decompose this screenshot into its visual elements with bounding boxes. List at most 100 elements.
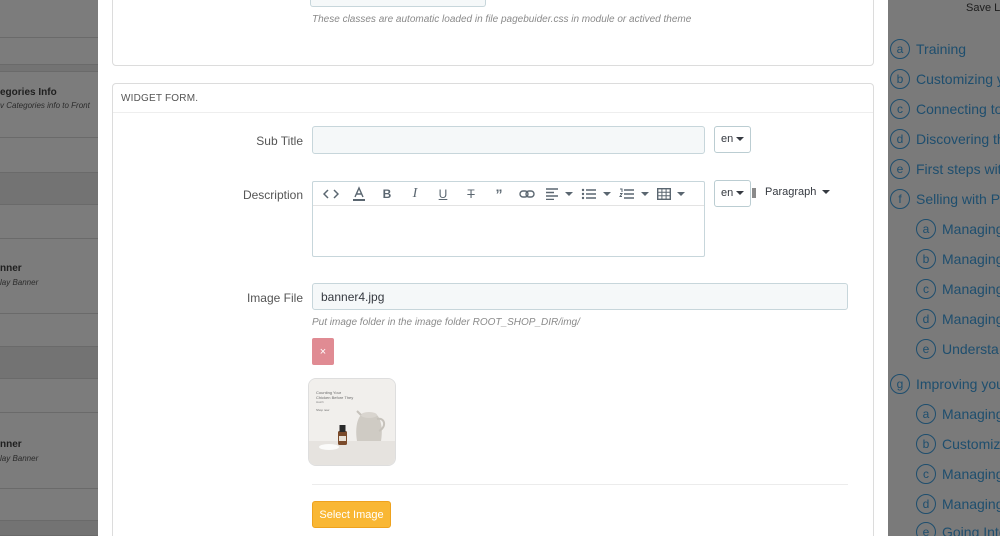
- help-nav-item[interactable]: f Selling with Pr: [890, 189, 1000, 209]
- nav-label: Customizing y: [916, 71, 1000, 87]
- chevron-down-icon: [677, 191, 685, 196]
- widget-modal: These classes are automatic loaded in fi…: [98, 0, 888, 536]
- nav-label: First steps wit: [916, 161, 1000, 177]
- text-color-button[interactable]: [345, 182, 373, 206]
- bullet-list-icon: [581, 188, 596, 199]
- image-thumbnail: Counting Your Chicken Before They Hatch …: [308, 378, 396, 466]
- list-item-title: nner: [0, 439, 22, 450]
- help-nav-item[interactable]: d Discovering th: [890, 129, 1000, 149]
- chevron-down-icon: [603, 191, 611, 196]
- description-language-dropdown[interactable]: en: [714, 180, 752, 207]
- align-left-icon: [546, 187, 558, 200]
- remove-image-button[interactable]: ×: [312, 338, 334, 365]
- numbered-list-icon: [619, 188, 634, 199]
- nav-badge: f: [890, 189, 910, 209]
- list-divider: [0, 64, 98, 72]
- link-icon[interactable]: [513, 182, 541, 206]
- nav-label: Improving you: [916, 376, 1000, 392]
- thumbnail-line: Hatch: [316, 400, 324, 404]
- help-nav-subitem[interactable]: b Customiz: [916, 434, 1000, 454]
- help-nav-subitem[interactable]: d Managing: [916, 309, 1000, 329]
- paragraph-marker: [752, 188, 756, 198]
- image-file-label: Image File: [246, 291, 303, 305]
- nav-badge: d: [916, 494, 936, 514]
- strikethrough-icon[interactable]: T: [457, 182, 485, 206]
- chevron-down-icon: [736, 191, 745, 196]
- nav-label: Understa: [942, 341, 999, 357]
- select-image-button[interactable]: Select Image: [312, 501, 391, 528]
- nav-label: Customiz: [942, 436, 1000, 452]
- nav-label: Managing: [942, 406, 1000, 422]
- list-divider: [0, 520, 98, 536]
- list-item-title: nner: [0, 263, 22, 274]
- nav-badge: a: [890, 39, 910, 59]
- css-class-help: These classes are automatic loaded in fi…: [312, 14, 692, 25]
- sub-title-input[interactable]: [312, 126, 705, 154]
- help-nav-subitem[interactable]: e Understa: [916, 339, 999, 359]
- help-nav-subitem[interactable]: d Managing: [916, 494, 1000, 514]
- help-nav-item[interactable]: a Training: [890, 39, 966, 59]
- nav-label: Managing: [942, 281, 1000, 297]
- chevron-down-icon: [641, 191, 649, 196]
- code-view-button[interactable]: [317, 182, 345, 206]
- list-divider: [0, 172, 98, 205]
- nav-badge: b: [890, 69, 910, 89]
- list-item-subtitle: lay Banner: [0, 278, 39, 287]
- nav-badge: a: [916, 404, 936, 424]
- nav-badge: c: [916, 279, 936, 299]
- paragraph-style-dropdown[interactable]: Paragraph: [765, 186, 831, 198]
- language-code: en: [721, 133, 734, 145]
- align-dropdown[interactable]: [541, 182, 577, 206]
- table-icon: [657, 187, 671, 200]
- nav-badge: c: [890, 99, 910, 119]
- nav-badge: b: [916, 249, 936, 269]
- description-label: Description: [242, 188, 303, 202]
- nav-badge: a: [916, 219, 936, 239]
- italic-icon[interactable]: I: [401, 182, 429, 206]
- help-nav-item[interactable]: g Improving you: [890, 374, 1000, 394]
- description-editor: B I U T ”: [312, 181, 705, 257]
- list-divider: [0, 488, 98, 489]
- help-nav-item[interactable]: e First steps wit: [890, 159, 1000, 179]
- nav-label: Managing: [942, 496, 1000, 512]
- help-nav-subitem[interactable]: b Managing: [916, 249, 1000, 269]
- chevron-down-icon: [565, 191, 573, 196]
- help-nav-item[interactable]: b Customizing y: [890, 69, 1000, 89]
- nav-badge: b: [916, 434, 936, 454]
- nav-badge: c: [916, 464, 936, 484]
- sub-title-language-dropdown[interactable]: en: [714, 126, 752, 153]
- chevron-down-icon: [736, 137, 745, 142]
- nav-badge: d: [916, 309, 936, 329]
- help-sidebar: Save L a Training b Customizing y c Connect…: [888, 0, 1000, 536]
- help-nav-item[interactable]: c Connecting to: [890, 99, 1000, 119]
- list-divider: [0, 313, 98, 314]
- table-dropdown[interactable]: [653, 182, 689, 206]
- nav-badge: e: [890, 159, 910, 179]
- nav-label: Managing: [942, 466, 1000, 482]
- list-divider: [0, 412, 98, 413]
- nav-label: Going Into: [942, 524, 1000, 536]
- image-file-input[interactable]: banner4.jpg: [312, 283, 848, 310]
- background-module-list: egories Info v Categories info to Front …: [0, 0, 98, 536]
- nav-label: Discovering th: [916, 131, 1000, 147]
- nav-badge: d: [890, 129, 910, 149]
- quote-icon[interactable]: ”: [485, 182, 513, 206]
- numbered-list-dropdown[interactable]: [615, 182, 653, 206]
- nav-label: Connecting to: [916, 101, 1000, 117]
- editor-toolbar: B I U T ”: [313, 182, 704, 206]
- help-nav-subitem[interactable]: e Going Into: [916, 522, 1000, 536]
- editor-content-area[interactable]: [313, 206, 704, 256]
- css-class-input[interactable]: [310, 0, 486, 7]
- help-nav-subitem[interactable]: c Managing: [916, 279, 1000, 299]
- bullet-list-dropdown[interactable]: [577, 182, 615, 206]
- help-nav-subitem[interactable]: a Managing: [916, 404, 1000, 424]
- help-nav-subitem[interactable]: a Managing: [916, 219, 1000, 239]
- form-divider: [312, 484, 848, 485]
- underline-icon[interactable]: U: [429, 182, 457, 206]
- list-item-title: egories Info: [0, 87, 57, 98]
- panel-heading: WIDGET FORM.: [113, 84, 873, 113]
- save-link[interactable]: Save L: [966, 2, 1000, 14]
- widget-form-panel: WIDGET FORM. Sub Title en Description B …: [112, 83, 874, 536]
- help-nav-subitem[interactable]: c Managing: [916, 464, 1000, 484]
- bold-icon[interactable]: B: [373, 182, 401, 206]
